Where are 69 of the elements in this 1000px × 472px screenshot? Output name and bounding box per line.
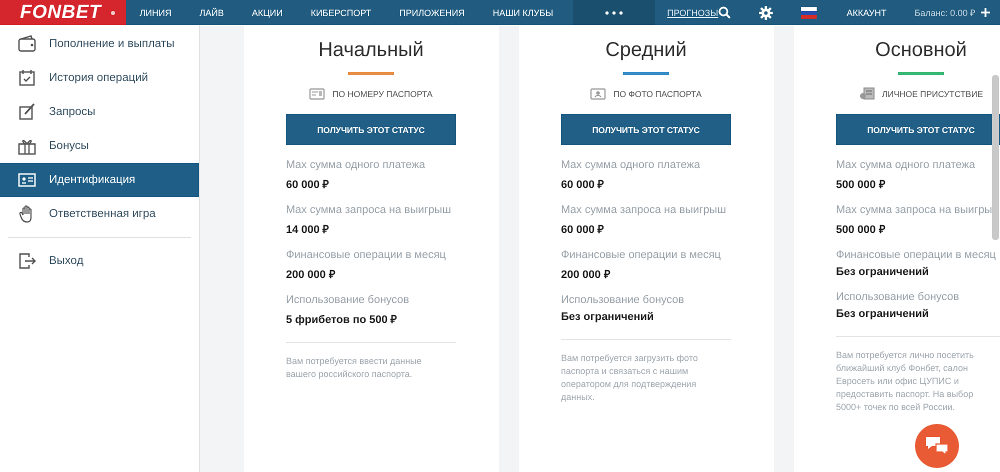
wallet-icon <box>17 34 37 54</box>
document-icon <box>859 87 876 101</box>
scrollbar[interactable] <box>992 75 999 240</box>
limit-value: 14 000 ₽ <box>286 223 330 236</box>
get-status-button[interactable]: ПОЛУЧИТЬ ЭТОТ СТАТУС <box>561 114 731 145</box>
search-icon[interactable] <box>718 6 732 19</box>
plus-icon[interactable] <box>981 8 990 17</box>
account-link[interactable]: АККАУНТ <box>846 8 886 18</box>
limit-label: Финансовые операции в месяц <box>561 249 722 261</box>
method-label: ЛИЧНОЕ ПРИСУТСТВИЕ <box>882 89 983 99</box>
get-status-button[interactable]: ПОЛУЧИТЬ ЭТОТ СТАТУС <box>286 114 456 145</box>
sidebar-item[interactable]: История операций <box>0 61 199 95</box>
nav-link[interactable]: КИБЕРСПОРТ <box>296 8 386 18</box>
balance-text: Баланс: 0.00 ₽ <box>914 7 976 19</box>
chat-icon <box>924 435 950 457</box>
sidebar-item[interactable]: Идентификация <box>0 163 199 197</box>
card-note: Вам потребуется лично посетить ближайший клуб Фонбет, салон Евросеть или офис ЦУПИС и предоставить паспорт. На выбор 5000+ точек по всей России. <box>836 349 975 414</box>
card-title: Основной <box>874 39 968 62</box>
settings-icon[interactable] <box>759 6 773 20</box>
logo-text: FONBET <box>20 2 102 24</box>
flag-icon[interactable] <box>800 6 817 18</box>
logo[interactable]: FONBET <box>0 0 126 25</box>
limit-label: Max сумма запроса на выигры <box>836 204 994 216</box>
limit-value: Без ограничений <box>836 308 930 320</box>
exit-icon <box>17 251 37 271</box>
limit-value: 200 000 ₽ <box>561 268 612 281</box>
limit-label: Использование бонусов <box>561 294 686 306</box>
logout-item[interactable]: Выход <box>0 244 199 278</box>
get-status-button[interactable]: ПОЛУЧИТЬ ЭТОТ СТАТУС <box>836 114 1000 145</box>
calendar-icon <box>17 68 37 88</box>
card-title: Средний <box>604 39 688 62</box>
limit-label: Использование бонусов <box>836 291 960 303</box>
sidebar-item[interactable]: Бонусы <box>0 129 199 163</box>
sidebar-item[interactable]: Пополнение и выплаты <box>0 27 199 61</box>
limit-label: Max сумма запроса на выигрыш <box>561 204 728 216</box>
limit-label: Max сумма одного платежа <box>286 159 426 171</box>
nav-link[interactable]: ПРИЛОЖЕНИЯ <box>385 8 479 18</box>
nav-link[interactable]: ЛАЙВ <box>185 8 238 18</box>
limit-value: 60 000 ₽ <box>561 178 605 191</box>
limit-label: Использование бонусов <box>286 294 410 306</box>
sidebar-item[interactable]: Ответственная игра <box>0 197 199 231</box>
dot-icon <box>111 10 116 14</box>
limit-value: 5 фрибетов по 500 ₽ <box>286 313 398 326</box>
limit-value: 200 000 ₽ <box>286 268 336 281</box>
limit-label: Max сумма одного платежа <box>836 159 976 171</box>
limit-label: Финансовые операции в месяц <box>836 249 997 261</box>
limit-value: 500 000 ₽ <box>836 178 886 191</box>
limit-value: Без ограничений <box>836 266 930 278</box>
more-icon <box>605 10 624 14</box>
nav-link[interactable]: ЛИНИЯ <box>126 8 186 18</box>
card-title: Начальный <box>317 39 425 62</box>
limit-label: Max сумма запроса на выигрыш <box>286 204 452 216</box>
card-note: Вам потребуется ввести данные вашего российского паспорта. <box>286 355 423 381</box>
nav-link[interactable]: НАШИ КЛУБЫ <box>478 8 568 18</box>
limit-label: Max сумма одного платежа <box>561 159 702 171</box>
forecast-link[interactable]: ПРОГНОЗЫ <box>667 8 718 18</box>
method-label: ПО ФОТО ПАСПОРТА <box>613 89 702 99</box>
passport-icon <box>309 87 326 101</box>
limit-value: 60 000 ₽ <box>561 223 605 236</box>
card-note: Вам потребуется загрузить фото паспорта и связаться с нашим оператором для подтверждения данных. <box>561 352 699 404</box>
method-label: ПО НОМЕРУ ПАСПОРТА <box>332 89 433 99</box>
pencil-icon <box>17 102 37 122</box>
limit-value: Без ограничений <box>561 311 655 323</box>
sidebar-item[interactable]: Запросы <box>0 95 199 129</box>
limit-value: 500 000 ₽ <box>836 223 886 236</box>
limit-label: Финансовые операции в месяц <box>286 249 447 261</box>
nav-link[interactable]: АКЦИИ <box>238 8 297 18</box>
limit-value: 60 000 ₽ <box>286 178 330 191</box>
photo-id-icon <box>590 87 606 101</box>
